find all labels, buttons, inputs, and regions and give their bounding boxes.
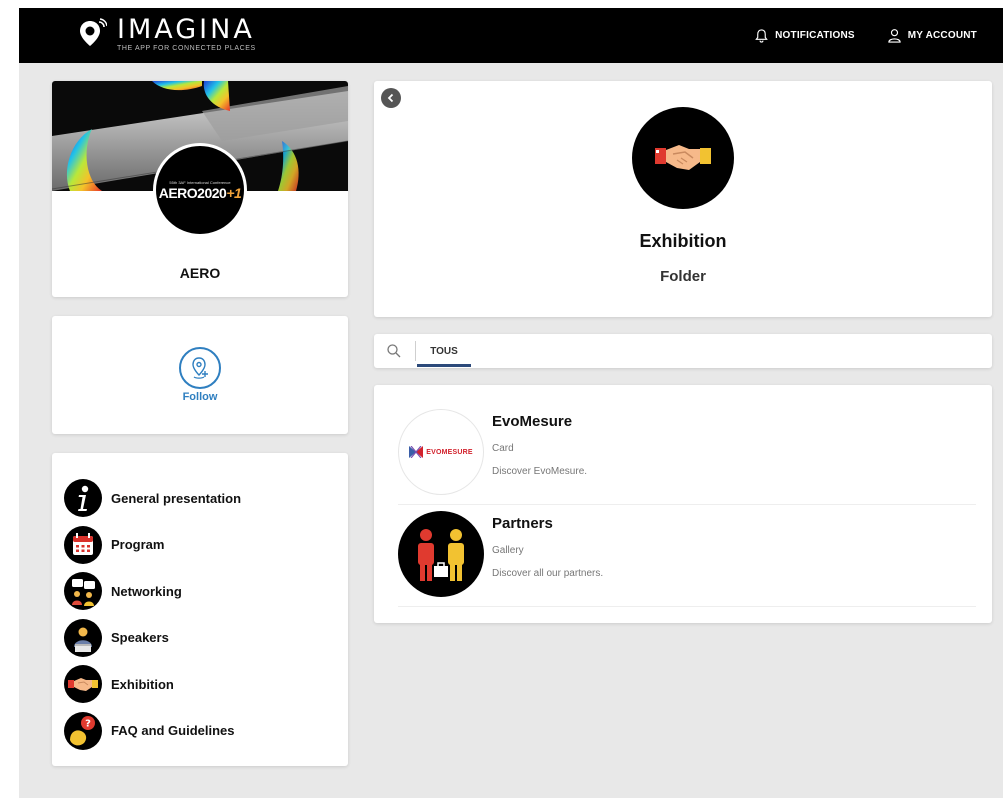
profile-card: 55th 3AF International Conference AERO20… [52, 81, 348, 297]
search-icon [387, 344, 401, 358]
svg-text:?: ? [85, 718, 91, 729]
back-button[interactable] [381, 88, 401, 108]
profile-name: AERO [179, 265, 221, 281]
menu-item-general-presentation[interactable]: General presentation [52, 475, 348, 522]
chevron-left-icon [387, 93, 394, 103]
brand-name: IMAGINA [117, 14, 255, 45]
follow-button[interactable]: Follow [52, 316, 348, 434]
networking-icon [64, 572, 102, 611]
menu-label: Exhibition [111, 676, 174, 692]
search-button[interactable] [386, 343, 402, 359]
item-title: EvoMesure [492, 413, 573, 430]
top-bar: IMAGINA THE APP FOR CONNECTED PLACES NOT… [19, 8, 1003, 63]
side-menu: General presentation Program Networking … [52, 453, 348, 766]
my-account-link[interactable]: MY ACCOUNT [887, 28, 977, 43]
folder-items-list: EVOMESURE EvoMesure Card Discover EvoMes… [374, 385, 992, 623]
item-description: Discover all our partners. [492, 568, 604, 579]
item-type: Card [492, 443, 514, 454]
profile-avatar: 55th 3AF International Conference AERO20… [153, 143, 247, 237]
evomesure-mark-icon [409, 446, 424, 458]
bell-icon [755, 29, 768, 43]
menu-item-program[interactable]: Program [52, 522, 348, 569]
app-frame: IMAGINA THE APP FOR CONNECTED PLACES NOT… [19, 8, 1003, 798]
avatar-logo-text: AERO2020+1 [158, 184, 242, 201]
menu-label: Networking [111, 583, 182, 599]
handshake-icon [655, 145, 711, 170]
calendar-icon [64, 525, 102, 564]
location-pin-logo-icon [80, 18, 107, 46]
my-account-label: MY ACCOUNT [907, 30, 977, 41]
folder-header-card: Exhibition Folder [374, 81, 992, 317]
menu-label: FAQ and Guidelines [111, 723, 235, 739]
notifications-link[interactable]: NOTIFICATIONS [754, 28, 855, 43]
partners-thumbnail [398, 511, 484, 597]
active-tab-indicator [417, 364, 471, 367]
evomesure-thumbnail: EVOMESURE [398, 409, 484, 495]
tab-tous[interactable]: TOUS [417, 334, 471, 368]
list-item-evomesure[interactable]: EVOMESURE EvoMesure Card Discover EvoMes… [398, 405, 976, 505]
search-divider [415, 341, 416, 361]
search-tab-bar: TOUS [374, 334, 992, 368]
item-title: Partners [492, 515, 553, 532]
faq-icon: ? [64, 711, 102, 750]
partners-icon [418, 529, 464, 581]
menu-item-speakers[interactable]: Speakers [52, 615, 348, 662]
follow-location-icon [179, 347, 221, 389]
info-icon [64, 479, 102, 518]
item-description: Discover EvoMesure. [492, 466, 588, 477]
list-item-partners[interactable]: Partners Gallery Discover all our partne… [398, 507, 976, 607]
brand-logo[interactable]: IMAGINA THE APP FOR CONNECTED PLACES [77, 16, 256, 53]
menu-item-exhibition[interactable]: Exhibition [52, 661, 348, 708]
menu-label: General presentation [111, 490, 242, 506]
handshake-icon [64, 665, 102, 704]
brand-tagline: THE APP FOR CONNECTED PLACES [117, 45, 256, 52]
item-type: Gallery [492, 545, 524, 556]
evomesure-logo: EVOMESURE [409, 446, 473, 458]
folder-title: Exhibition [639, 231, 727, 251]
follow-label: Follow [182, 391, 218, 403]
menu-item-networking[interactable]: Networking [52, 568, 348, 615]
menu-item-faq-and-guidelines[interactable]: ? FAQ and Guidelines [52, 708, 348, 755]
menu-label: Speakers [111, 630, 169, 646]
folder-avatar [632, 107, 734, 209]
notifications-label: NOTIFICATIONS [775, 30, 855, 41]
user-icon [888, 29, 901, 43]
folder-subtitle: Folder [660, 268, 706, 285]
menu-label: Program [111, 537, 165, 553]
speaker-icon [64, 618, 102, 657]
